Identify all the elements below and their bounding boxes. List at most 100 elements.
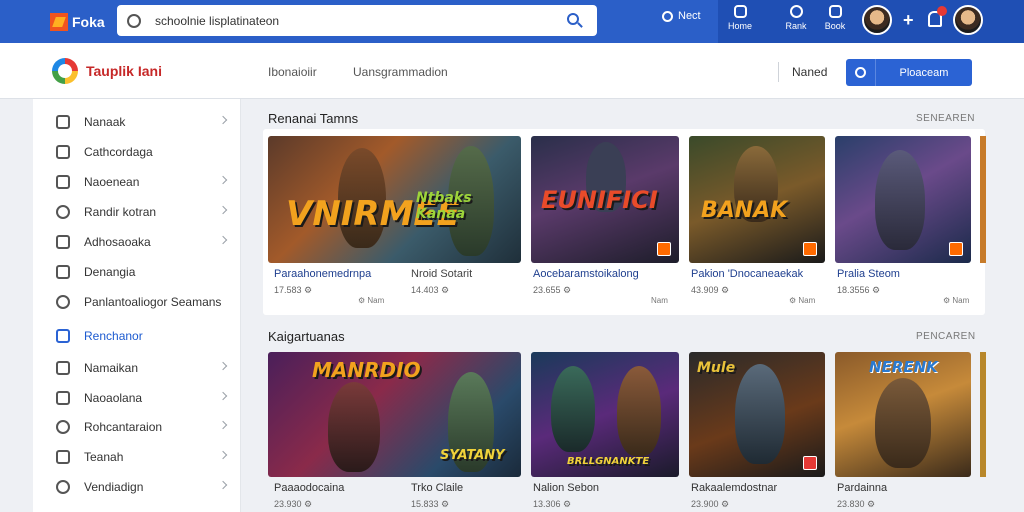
sidebar-item-categories[interactable]: Cathcordaga bbox=[33, 141, 241, 163]
sidebar-item-recommendation[interactable]: Rohcantaraion bbox=[33, 416, 241, 438]
game-title: Pakion 'Dnocaneaekak bbox=[691, 268, 804, 280]
game-meta: 13.306 ⚙ bbox=[533, 499, 572, 509]
search-icon bbox=[127, 13, 141, 28]
character-figure bbox=[875, 378, 931, 468]
game-thumbnail: BANAK bbox=[689, 136, 825, 263]
game-thumbnail: MANRDIO SYATANY bbox=[268, 352, 521, 477]
sidebar-item-tags[interactable]: Namaikan bbox=[33, 357, 241, 379]
sidebar-item-label: Vendiadign bbox=[84, 480, 144, 494]
game-meta: 23.900 ⚙ bbox=[691, 499, 730, 509]
chevron-right-icon bbox=[218, 205, 228, 215]
grid-icon bbox=[56, 329, 70, 343]
game-thumbnail bbox=[835, 136, 971, 263]
character-figure bbox=[551, 366, 595, 452]
game-art-subtitle: BRLLGNANKTE bbox=[567, 456, 650, 467]
nav-link-2[interactable]: Uansgrammadion bbox=[353, 65, 448, 79]
sidebar-item-puzzle[interactable]: Denangia bbox=[33, 261, 241, 283]
game-action[interactable]: Nam bbox=[651, 296, 668, 305]
game-thumbnail: NERENK bbox=[835, 352, 971, 477]
sidebar-item-new[interactable]: Naoenean bbox=[33, 171, 241, 193]
game-meta-secondary: 14.403 ⚙ bbox=[411, 285, 450, 295]
box-icon bbox=[56, 391, 70, 405]
game-badge-icon bbox=[803, 456, 817, 470]
carousel-next-edge[interactable] bbox=[980, 136, 986, 263]
game-meta: 43.909 ⚙ bbox=[691, 285, 730, 295]
book-nav-button[interactable]: Book bbox=[817, 5, 853, 31]
game-title: Rakaalemdostnar bbox=[691, 482, 778, 494]
chevron-right-icon bbox=[218, 235, 228, 245]
clock-icon bbox=[56, 295, 70, 309]
sidebar-item-label: Rohcantaraion bbox=[84, 420, 163, 434]
game-title: Paaaodocaina bbox=[274, 482, 345, 494]
carousel-next-edge[interactable] bbox=[980, 352, 986, 477]
sidebar-item-seasons[interactable]: Panlantoaliogor Seamans bbox=[33, 291, 241, 313]
nect-toggle[interactable]: Nect bbox=[662, 10, 701, 22]
square-icon bbox=[56, 175, 70, 189]
radio-icon bbox=[662, 10, 673, 22]
game-thumbnail: BRLLGNANKTE bbox=[531, 352, 679, 477]
game-meta: 18.3556 ⚙ bbox=[837, 285, 881, 295]
game-meta: 23.830 ⚙ bbox=[837, 499, 876, 509]
sidebar-item-search[interactable]: Vendiadign bbox=[33, 476, 241, 498]
user-name-label[interactable]: Naned bbox=[792, 65, 827, 79]
sidebar: Nanaak Cathcordaga Naoenean Randir kotra… bbox=[33, 99, 241, 512]
game-art-subtitle: Ntbaks Kanaa bbox=[416, 190, 472, 222]
game-title: Pralia Steom bbox=[837, 268, 900, 280]
home-nav-button[interactable]: Home bbox=[722, 5, 758, 31]
game-title: Nalion Sebon bbox=[533, 482, 600, 494]
home-label: Home bbox=[727, 21, 752, 31]
search-button[interactable]: Ploaceam bbox=[846, 59, 972, 86]
sidebar-item-team[interactable]: Teanah bbox=[33, 446, 241, 468]
game-thumbnail: EUNIFICI bbox=[531, 136, 679, 263]
sidebar-item-label: Cathcordaga bbox=[84, 145, 153, 159]
chevron-right-icon bbox=[218, 115, 228, 125]
game-title: Aocebaramstoikalong bbox=[533, 268, 639, 280]
brand[interactable]: Tauplik Iani bbox=[52, 58, 162, 84]
plus-icon[interactable]: + bbox=[903, 10, 914, 31]
notification-badge bbox=[937, 6, 947, 16]
character-figure bbox=[875, 150, 925, 250]
sidebar-item-label: Renchanor bbox=[84, 329, 143, 343]
game-art-title: MANRDIO bbox=[312, 358, 421, 382]
game-badge-icon bbox=[803, 242, 817, 256]
game-meta: 17.583 ⚙ bbox=[274, 285, 313, 295]
chevron-right-icon bbox=[218, 391, 228, 401]
sidebar-item-ranking[interactable]: Renchanor bbox=[33, 325, 241, 347]
see-all-link[interactable]: PENCAREN bbox=[916, 331, 976, 342]
sidebar-item-label: Panlantoaliogor Seamans bbox=[84, 295, 222, 309]
brand-logo-icon bbox=[52, 58, 78, 84]
top-search-input[interactable] bbox=[155, 13, 535, 28]
chevron-right-icon bbox=[218, 420, 228, 430]
sidebar-item-adventure[interactable]: Adhosaoaka bbox=[33, 231, 241, 253]
home-icon bbox=[733, 5, 747, 18]
sidebar-item-home[interactable]: Nanaak bbox=[33, 111, 241, 133]
sidebar-item-favorites[interactable]: Randir kotran bbox=[33, 201, 241, 223]
app-logo[interactable]: Foka bbox=[50, 12, 110, 31]
category-icon bbox=[56, 145, 70, 159]
top-search-box[interactable] bbox=[117, 5, 597, 36]
search-icon bbox=[56, 480, 70, 494]
section-title: Renanai Tamns bbox=[268, 111, 359, 126]
game-art-subtitle: SYATANY bbox=[440, 448, 505, 463]
sidebar-item-label: Naoenean bbox=[84, 175, 140, 189]
book-icon bbox=[828, 5, 842, 18]
rank-nav-button[interactable]: Rank bbox=[778, 5, 814, 31]
nav-link-1[interactable]: Ibonaioiir bbox=[268, 65, 317, 79]
search-submit-icon[interactable] bbox=[567, 13, 579, 25]
see-all-link[interactable]: SENEAREN bbox=[916, 113, 975, 124]
sidebar-item-label: Adhosaoaka bbox=[84, 235, 151, 249]
sidebar-item-label: Denangia bbox=[84, 265, 136, 279]
game-action[interactable]: ⚙ Nam bbox=[358, 296, 384, 305]
user-avatar[interactable] bbox=[862, 5, 892, 35]
game-action[interactable]: ⚙ Nam bbox=[943, 296, 969, 305]
divider bbox=[778, 62, 779, 82]
profile-avatar[interactable] bbox=[953, 5, 983, 35]
nect-label: Nect bbox=[678, 10, 701, 22]
sidebar-item-box[interactable]: Naoaolana bbox=[33, 387, 241, 409]
section-title: Kaigartuanas bbox=[268, 329, 345, 344]
game-action[interactable]: ⚙ Nam bbox=[789, 296, 815, 305]
list-icon bbox=[56, 235, 70, 249]
top-bar: Foka Nect Home Rank Book + bbox=[0, 0, 1024, 43]
flag-icon bbox=[56, 450, 70, 464]
sidebar-item-label: Naoaolana bbox=[84, 391, 143, 405]
